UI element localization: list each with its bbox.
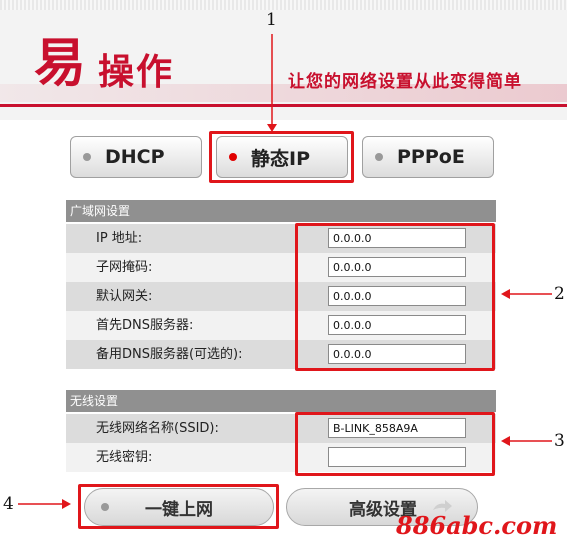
annotation-number: 1 bbox=[266, 10, 277, 30]
annotation-arrows bbox=[18, 34, 552, 509]
annotation-number: 3 bbox=[554, 431, 565, 451]
watermark: 886abc.com bbox=[396, 511, 558, 540]
annotation-number: 2 bbox=[554, 284, 565, 304]
annotation-number: 4 bbox=[3, 494, 14, 514]
